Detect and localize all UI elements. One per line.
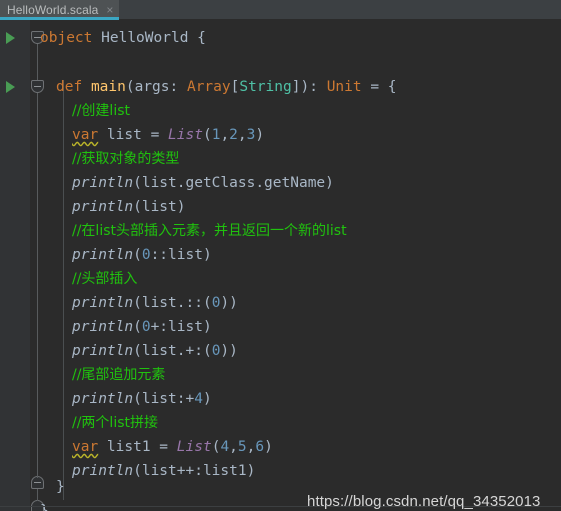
code-content: object HelloWorld { def main(args: Array… xyxy=(0,20,561,511)
comment-line: //获取对象的类型 xyxy=(72,151,180,167)
tab-label: HelloWorld.scala xyxy=(7,2,99,17)
class-list: List xyxy=(176,439,212,455)
expression-args: (list.getClass.getName) xyxy=(133,175,334,191)
code-line: println(0+:list) xyxy=(72,319,212,335)
keyword-def: def xyxy=(56,79,83,95)
code-line: def main(args: Array[String]): Unit = { xyxy=(56,75,397,99)
keyword-var: var xyxy=(72,439,99,455)
comment-line: //头部插入 xyxy=(72,271,138,287)
code-line: println(0::list) xyxy=(72,247,212,263)
function-println: println xyxy=(72,391,134,407)
return-type-colon: ): xyxy=(300,79,327,95)
method-name-main: main xyxy=(90,79,126,95)
editor-tab-bar: HelloWorld.scala × xyxy=(0,0,561,20)
code-line: var list1 = List(4,5,6) xyxy=(72,439,273,455)
function-println: println xyxy=(72,199,134,215)
class-list: List xyxy=(168,127,203,143)
function-println: println xyxy=(72,343,134,359)
function-println: println xyxy=(72,295,134,311)
expression-args: (list.+:( xyxy=(133,343,212,359)
var-assign: list1 = xyxy=(98,439,177,455)
code-line: } xyxy=(56,475,65,499)
code-line: object HelloWorld { xyxy=(40,26,206,50)
identifier-helloworld: HelloWorld xyxy=(101,30,189,46)
comment-line: //两个list拼接 xyxy=(72,415,158,431)
code-line: println(list.::(0)) xyxy=(72,295,238,311)
params-open: (args: xyxy=(125,79,187,95)
comment-line: //创建list xyxy=(72,103,130,119)
type-array: Array xyxy=(186,79,231,95)
code-line: println(list++:list1) xyxy=(72,459,255,483)
expression-args: (list++:list1) xyxy=(133,463,256,479)
type-string: String xyxy=(239,79,292,95)
brace-open: { xyxy=(188,30,206,46)
tab-bar-empty-area xyxy=(119,0,561,19)
expression-tail: )) xyxy=(220,343,238,359)
close-icon[interactable]: × xyxy=(106,4,113,16)
code-line: println(list:+4) xyxy=(72,391,212,407)
code-line: println(list) xyxy=(72,195,186,219)
function-println: println xyxy=(72,463,134,479)
tab-helloworld-scala[interactable]: HelloWorld.scala × xyxy=(0,0,120,20)
comment-line: //在list头部插入元素，并且返回一个新的list xyxy=(72,223,347,239)
function-println: println xyxy=(72,175,134,191)
code-line: } xyxy=(40,499,49,511)
type-unit: Unit xyxy=(326,79,362,95)
code-line: var list = List(1,2,3) xyxy=(72,127,265,143)
keyword-object: object xyxy=(40,30,93,46)
expression-tail: )) xyxy=(220,295,238,311)
code-line: println(list.getClass.getName) xyxy=(72,171,334,195)
assign-brace: = { xyxy=(361,79,397,95)
ide-window: HelloWorld.scala × object HelloWorld { d… xyxy=(0,0,561,511)
expression-args: (list.::( xyxy=(133,295,212,311)
var-assign: list = xyxy=(98,127,169,143)
code-editor[interactable]: object HelloWorld { def main(args: Array… xyxy=(0,20,561,511)
watermark-url: https://blog.csdn.net/qq_34352013 xyxy=(307,493,541,510)
comment-line: //尾部追加元素 xyxy=(72,367,166,383)
code-line: println(list.+:(0)) xyxy=(72,343,238,359)
keyword-var: var xyxy=(72,127,99,143)
brace-close: } xyxy=(56,479,65,495)
function-println: println xyxy=(72,247,134,263)
function-println: println xyxy=(72,319,134,335)
expression-args: (list) xyxy=(133,199,186,215)
brace-close: } xyxy=(40,503,49,511)
